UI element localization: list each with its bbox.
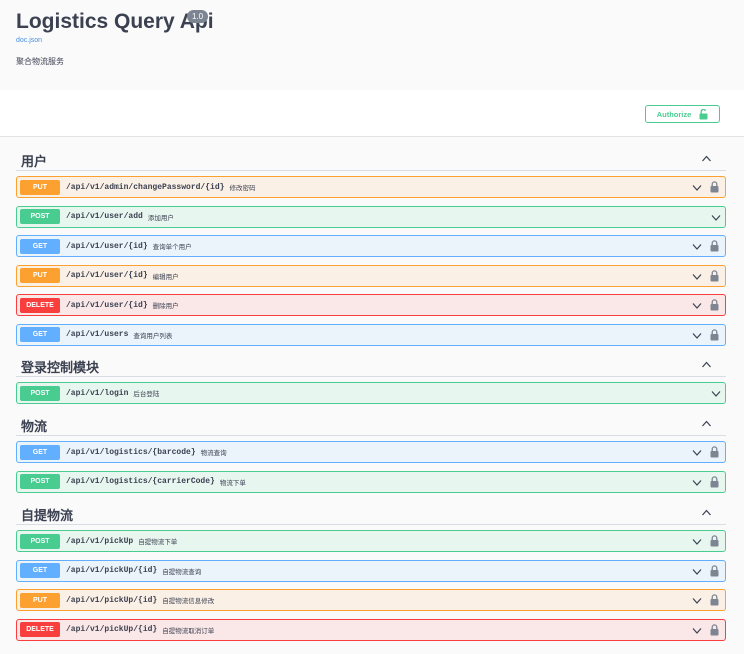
- lock-icon[interactable]: [710, 446, 719, 458]
- chevron-down-icon[interactable]: [692, 538, 702, 545]
- tag-section-header[interactable]: 自提物流: [16, 503, 726, 525]
- operation-path: /api/v1/admin/changePassword/{id}: [66, 182, 225, 192]
- operation-row-get[interactable]: GET/api/v1/logistics/{barcode} 物流查询: [16, 441, 726, 463]
- operation-path: /api/v1/pickUp/{id}: [66, 625, 158, 634]
- operation-summary: 物流查询: [200, 450, 227, 457]
- chevron-down-icon[interactable]: [692, 597, 702, 604]
- operation-path: /api/v1/logistics/{barcode}: [66, 447, 196, 457]
- operation-path: /api/v1/logistics/{carrierCode}: [66, 477, 215, 486]
- operation-row-put[interactable]: PUT/api/v1/user/{id} 编辑用户: [16, 264, 726, 287]
- chevron-down-icon[interactable]: [692, 627, 702, 634]
- lock-icon[interactable]: [710, 535, 719, 547]
- operation-path: /api/v1/users: [66, 330, 129, 339]
- chevron-up-icon[interactable]: [701, 361, 712, 368]
- tag-title: 登录控制模块: [21, 360, 100, 375]
- operation-summary: 自提物流查询: [162, 568, 202, 576]
- chevron-down-icon[interactable]: [692, 184, 702, 191]
- method-badge: DELETE: [20, 622, 60, 637]
- lock-icon[interactable]: [710, 299, 719, 311]
- method-badge: GET: [20, 327, 60, 342]
- operation-summary: 添加用户: [147, 214, 174, 222]
- api-description: 聚合物流服务: [16, 57, 64, 66]
- operation-summary: 查询单个用户: [152, 244, 192, 251]
- chevron-down-icon[interactable]: [692, 449, 702, 456]
- chevron-down-icon[interactable]: [692, 273, 702, 280]
- operation-row-put[interactable]: PUT/api/v1/admin/changePassword/{id} 修改密码: [16, 176, 726, 198]
- authorize-button[interactable]: Authorize: [645, 105, 720, 123]
- lock-icon[interactable]: [710, 240, 719, 252]
- version-badge: 1.0: [187, 10, 209, 23]
- operation-row-delete[interactable]: DELETE/api/v1/user/{id} 删除用户: [16, 294, 726, 316]
- method-badge: GET: [20, 238, 60, 254]
- operation-summary: 自提物流取消订单: [162, 627, 215, 635]
- operation-path: /api/v1/user/{id}: [66, 271, 148, 280]
- chevron-down-icon[interactable]: [692, 243, 702, 250]
- info-header: Logistics Query Api 1.0 doc.json 聚合物流服务: [0, 0, 744, 90]
- chevron-down-icon[interactable]: [711, 214, 721, 221]
- chevron-down-icon[interactable]: [692, 302, 702, 309]
- operation-row-delete[interactable]: DELETE/api/v1/pickUp/{id} 自提物流取消订单: [16, 618, 726, 641]
- operation-row-get[interactable]: GET/api/v1/users 查询用户列表: [16, 323, 726, 346]
- method-badge: GET: [20, 563, 60, 578]
- tag-section-header[interactable]: 用户: [16, 149, 726, 171]
- chevron-down-icon[interactable]: [692, 479, 702, 486]
- chevron-down-icon[interactable]: [711, 390, 721, 397]
- operation-row-get[interactable]: GET/api/v1/user/{id} 查询单个用户: [16, 235, 726, 257]
- method-badge: DELETE: [20, 297, 60, 313]
- method-badge: PUT: [20, 179, 60, 195]
- operation-summary: 修改密码: [229, 185, 256, 192]
- method-badge: POST: [20, 474, 60, 489]
- operation-path: /api/v1/pickUp/{id}: [66, 595, 158, 605]
- method-badge: POST: [20, 533, 60, 549]
- doc-json-link[interactable]: doc.json: [16, 37, 42, 44]
- unlock-icon: [699, 108, 708, 119]
- method-badge: POST: [20, 209, 60, 224]
- chevron-down-icon[interactable]: [692, 568, 702, 575]
- tag-section-header[interactable]: 登录控制模块: [16, 355, 726, 377]
- authorize-label: Authorize: [656, 109, 692, 119]
- operation-summary: 物流下单: [219, 479, 246, 487]
- operation-path: /api/v1/user/{id}: [66, 300, 148, 310]
- chevron-up-icon[interactable]: [701, 155, 712, 162]
- lock-icon[interactable]: [710, 594, 719, 606]
- operation-summary: 查询用户列表: [133, 332, 173, 340]
- operation-path: /api/v1/user/{id}: [66, 241, 148, 251]
- chevron-up-icon[interactable]: [701, 509, 712, 516]
- operation-path: /api/v1/login: [66, 388, 129, 398]
- method-badge: PUT: [20, 268, 60, 283]
- lock-icon[interactable]: [710, 564, 719, 577]
- operation-row-get[interactable]: GET/api/v1/pickUp/{id} 自提物流查询: [16, 559, 726, 582]
- method-badge: PUT: [20, 592, 60, 608]
- lock-icon[interactable]: [710, 623, 719, 636]
- operation-path: /api/v1/pickUp/{id}: [66, 566, 158, 575]
- operation-row-post[interactable]: POST/api/v1/logistics/{carrierCode} 物流下单: [16, 470, 726, 493]
- lock-icon[interactable]: [710, 328, 719, 341]
- method-badge: GET: [20, 444, 60, 460]
- lock-icon[interactable]: [710, 181, 719, 193]
- tag-title: 自提物流: [21, 508, 74, 523]
- method-badge: POST: [20, 385, 60, 401]
- operation-path: /api/v1/user/add: [66, 212, 143, 221]
- operation-summary: 自提物流下单: [138, 539, 178, 546]
- tag-title: 物流: [21, 419, 48, 434]
- operation-summary: 自提物流信息修改: [162, 598, 215, 605]
- operation-summary: 编辑用户: [152, 273, 179, 281]
- page-title: Logistics Query Api: [16, 10, 214, 33]
- tag-title: 用户: [21, 154, 48, 169]
- lock-icon[interactable]: [710, 475, 719, 488]
- operation-summary: 删除用户: [152, 303, 179, 310]
- tag-section-header[interactable]: 物流: [16, 414, 726, 436]
- scheme-container: [0, 90, 744, 137]
- operation-summary: 后台登陆: [133, 391, 160, 398]
- lock-icon[interactable]: [710, 269, 719, 282]
- operation-row-post[interactable]: POST/api/v1/user/add 添加用户: [16, 205, 726, 228]
- chevron-up-icon[interactable]: [701, 420, 712, 427]
- operation-row-post[interactable]: POST/api/v1/pickUp 自提物流下单: [16, 530, 726, 552]
- operation-path: /api/v1/pickUp: [66, 536, 134, 546]
- chevron-down-icon[interactable]: [692, 332, 702, 339]
- operation-row-post[interactable]: POST/api/v1/login 后台登陆: [16, 382, 726, 404]
- operation-row-put[interactable]: PUT/api/v1/pickUp/{id} 自提物流信息修改: [16, 589, 726, 611]
